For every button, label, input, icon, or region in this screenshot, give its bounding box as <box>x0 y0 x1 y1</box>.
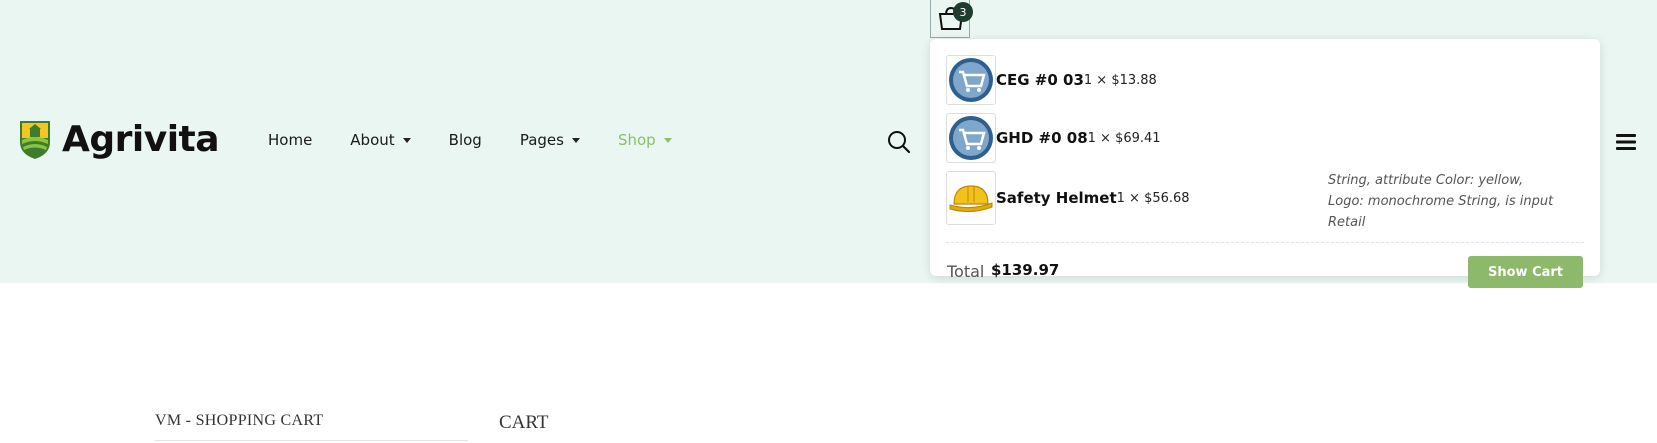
product-thumbnail[interactable] <box>946 171 996 225</box>
nav-item-label: Pages <box>519 131 564 149</box>
main-nav: Home About Blog Pages Shop <box>268 131 710 149</box>
cart-item-name[interactable]: CEG #0 03 <box>996 71 1084 89</box>
cart-item-name[interactable]: Safety Helmet <box>996 189 1117 207</box>
cart-item[interactable]: Safety Helmet 1 × $56.68 <box>946 171 1190 225</box>
nav-item-label: Blog <box>448 131 482 149</box>
cart-total-label: Total <box>947 262 985 281</box>
cart-item-name[interactable]: GHD #0 08 <box>996 129 1088 147</box>
page-title: CART <box>499 412 549 433</box>
cart-item-qty-price: 1 × $69.41 <box>1087 130 1161 146</box>
cart-item-qty-price: 1 × $13.88 <box>1083 72 1157 88</box>
farm-shield-icon <box>20 121 50 159</box>
nav-item-shop[interactable]: Shop <box>618 131 672 149</box>
divider <box>155 440 468 441</box>
nav-item-home[interactable]: Home <box>268 131 312 149</box>
search-button[interactable] <box>887 130 911 154</box>
divider <box>946 242 1584 243</box>
nav-item-label: About <box>350 131 395 149</box>
search-icon <box>888 131 911 154</box>
caret-down-icon <box>402 137 411 143</box>
cart-item-qty-price: 1 × $56.68 <box>1116 190 1190 206</box>
nav-item-label: Shop <box>617 131 656 149</box>
mini-cart-dropdown: CEG #0 03 1 × $13.88 GHD #0 08 1 × $69.4… <box>930 39 1600 288</box>
cart-item-attributes: String, attribute Color: yellow, Logo: m… <box>1328 173 1554 230</box>
cart-item[interactable]: CEG #0 03 1 × $13.88 <box>946 55 1157 105</box>
nav-item-blog[interactable]: Blog <box>449 131 482 149</box>
sidebar-title: VM - SHOPPING CART <box>155 412 324 429</box>
cart-button[interactable]: 3 <box>930 0 973 38</box>
hard-hat-thumb-icon <box>949 185 993 213</box>
menu-button[interactable] <box>1614 131 1638 153</box>
product-thumbnail[interactable] <box>946 55 996 105</box>
site-logo[interactable]: Agrivita <box>18 118 220 160</box>
nav-item-pages[interactable]: Pages <box>520 131 580 149</box>
caret-down-icon <box>571 137 580 143</box>
nav-item-label: Home <box>268 131 313 149</box>
brand-name: Agrivita <box>62 118 220 160</box>
cart-total-value: $139.97 <box>991 261 1060 279</box>
nav-item-about[interactable]: About <box>350 131 411 149</box>
shopping-cart-thumb-icon <box>949 58 993 102</box>
hamburger-menu-icon <box>1616 134 1636 150</box>
show-cart-button[interactable]: Show Cart <box>1468 256 1583 288</box>
product-thumbnail[interactable] <box>946 113 996 163</box>
cart-item[interactable]: GHD #0 08 1 × $69.41 <box>946 113 1161 163</box>
cart-count-badge: 3 <box>953 2 973 22</box>
caret-down-icon <box>663 137 672 143</box>
shopping-cart-thumb-icon <box>949 116 993 160</box>
